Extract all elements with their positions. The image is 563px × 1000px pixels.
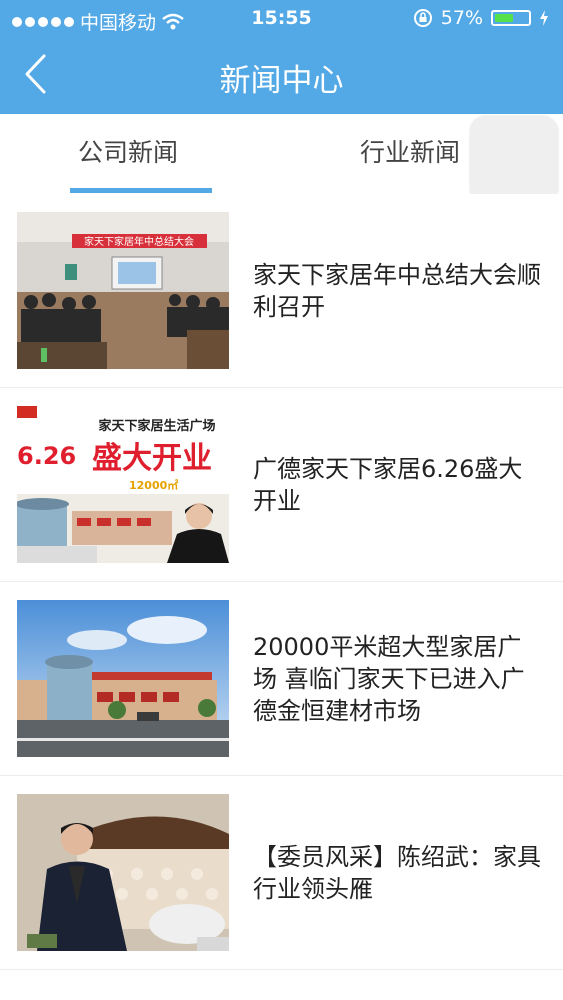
news-item[interactable]: 家天下家居年中总结大会 家天下家居年中总结大会顺利召开 — [0, 194, 563, 388]
rotation-lock-icon — [413, 9, 432, 27]
assistive-touch-button[interactable] — [470, 116, 558, 204]
news-item[interactable]: 20000平米超大型家居广场 喜临门家天下已进入广德金恒建材市场 — [0, 582, 563, 776]
banner-text: 家天下家居年中总结大会 — [84, 235, 194, 248]
news-list: 家天下家居年中总结大会 家天下家居年中总结大会顺利召开 家天下家居生活广场 6.… — [0, 194, 563, 970]
news-title: 20000平米超大型家居广场 喜临门家天下已进入广德金恒建材市场 — [253, 632, 525, 725]
news-thumbnail: 家天下家居年中总结大会 — [17, 212, 229, 369]
app-header: 中国移动 15:55 57% 新闻中心 — [0, 0, 563, 114]
news-item[interactable]: 【委员风采】陈绍武：家具行业领头雁 — [0, 776, 563, 970]
news-title: 家天下家居年中总结大会顺利召开 — [253, 260, 541, 321]
ad-area: 12000㎡ — [129, 478, 178, 492]
battery-icon — [491, 10, 531, 26]
news-item[interactable]: 家天下家居生活广场 6.26 盛大开业 12000㎡ 广德家天下家居6.26盛大… — [0, 388, 563, 582]
tab-industry-news[interactable]: 行业新闻 — [340, 114, 480, 194]
news-thumbnail — [17, 600, 229, 757]
ad-date: 6.26 — [17, 442, 76, 470]
page-title: 新闻中心 — [219, 63, 344, 99]
news-title: 【委员风采】陈绍武：家具行业领头雁 — [253, 842, 541, 903]
nav-bar: 新闻中心 — [0, 36, 563, 114]
news-title: 广德家天下家居6.26盛大开业 — [253, 454, 523, 515]
tab-company-news[interactable]: 公司新闻 — [58, 114, 198, 194]
list-end — [0, 988, 563, 1000]
ad-headline: 盛大开业 — [92, 441, 212, 476]
ad-header: 家天下家居生活广场 — [98, 418, 215, 434]
status-bar: 中国移动 15:55 57% — [0, 0, 563, 36]
battery-area: 57% — [413, 7, 549, 29]
charging-icon — [540, 10, 548, 26]
news-thumbnail — [17, 794, 229, 951]
news-thumbnail: 家天下家居生活广场 6.26 盛大开业 12000㎡ — [17, 406, 229, 563]
battery-percent: 57% — [440, 7, 483, 29]
active-tab-indicator — [70, 188, 212, 193]
